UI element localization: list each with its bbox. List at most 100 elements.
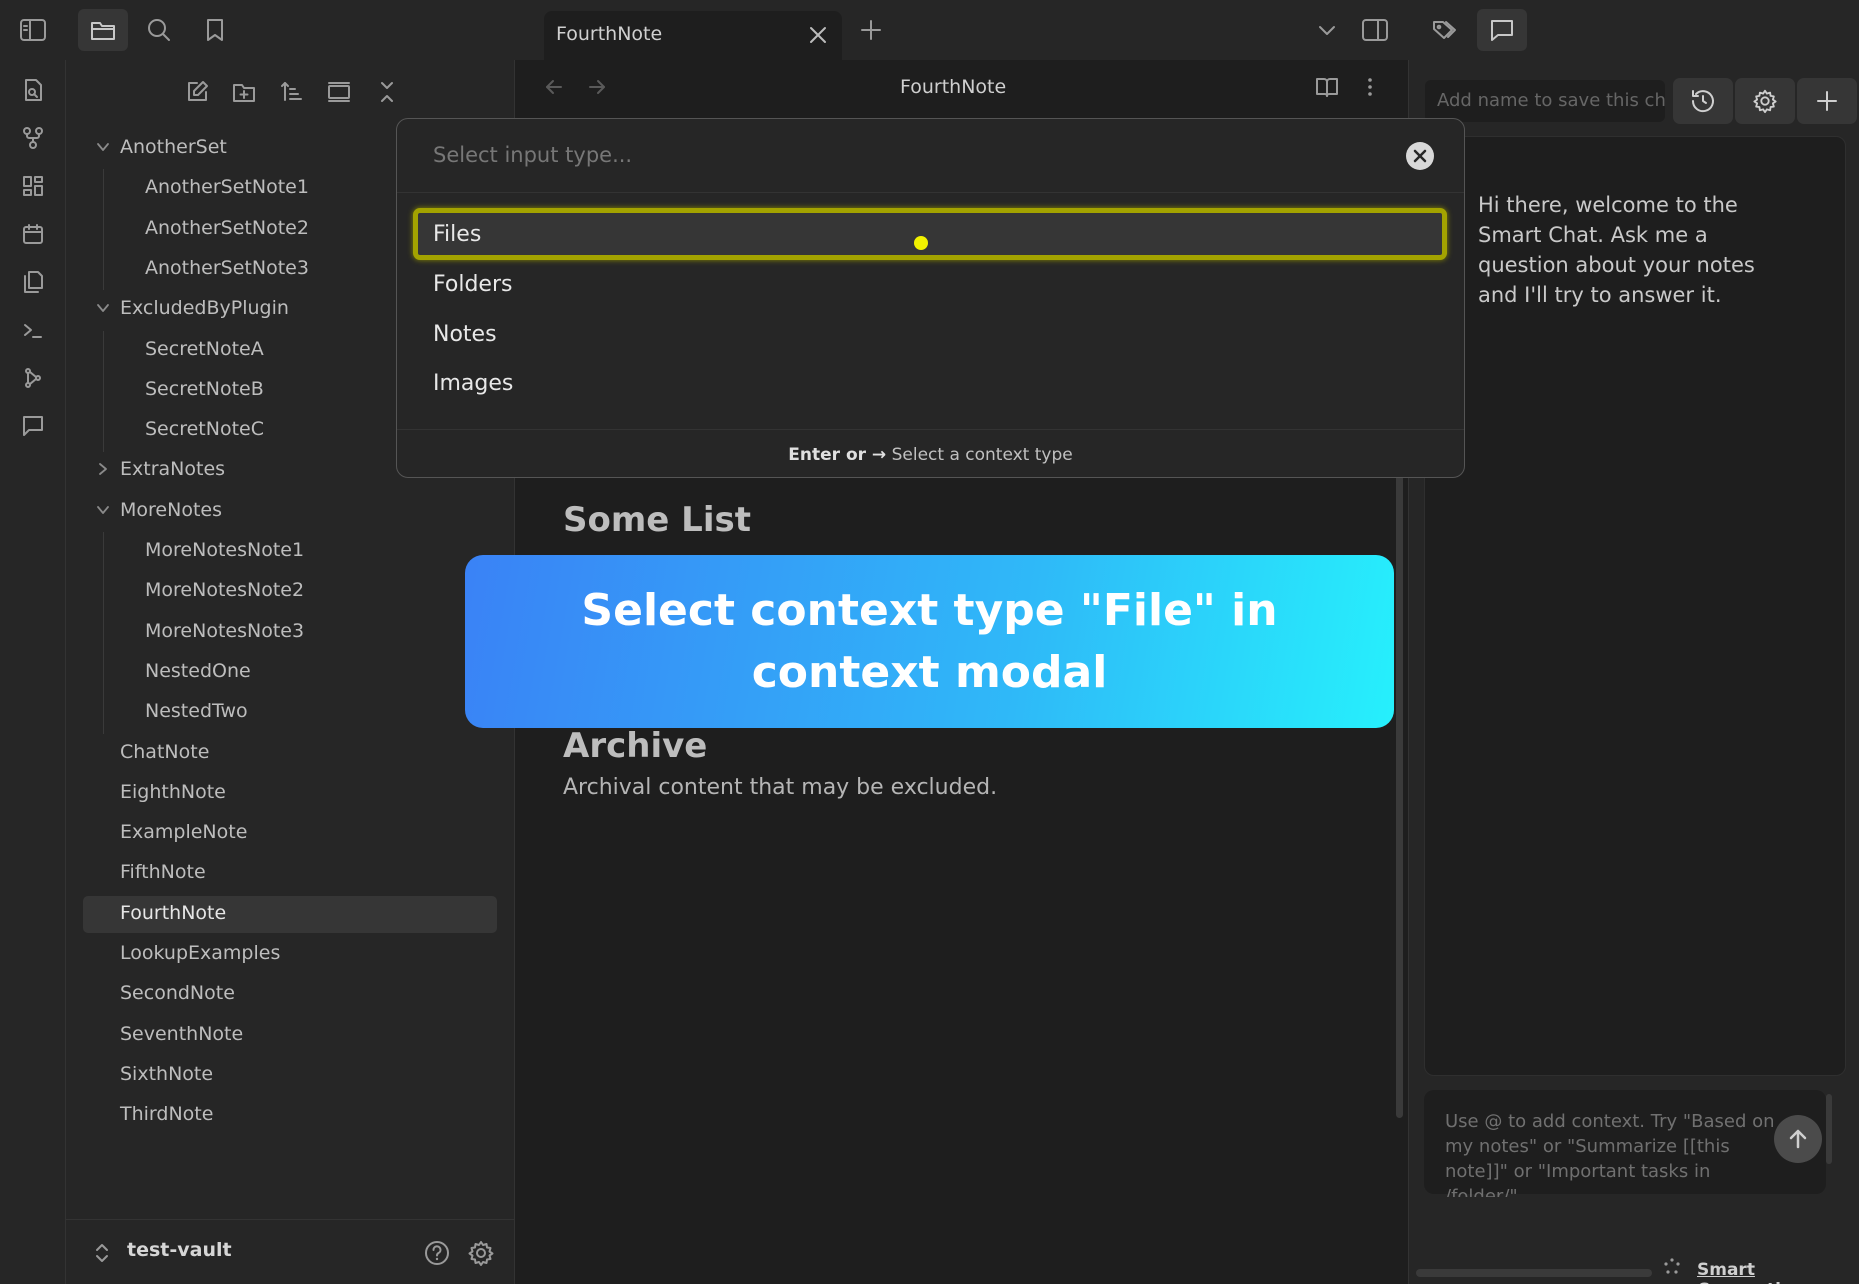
smart-connections-status-icon xyxy=(1662,1257,1682,1277)
view-header-title[interactable]: FourthNote xyxy=(900,76,1006,98)
new-folder-button[interactable] xyxy=(229,77,259,107)
navigate-forward-button[interactable] xyxy=(586,76,608,98)
chevron-down-icon[interactable] xyxy=(96,503,110,517)
new-tab-button[interactable] xyxy=(846,9,896,51)
heading-some-list: Some List xyxy=(563,500,751,540)
open-smart-chat-button[interactable] xyxy=(19,412,47,440)
indent-guide xyxy=(103,169,104,290)
chevron-down-icon xyxy=(1319,26,1335,35)
option-notes[interactable]: Notes xyxy=(433,322,497,347)
folder-item[interactable]: ExcludedByPlugin xyxy=(120,290,289,326)
tags-button[interactable] xyxy=(1420,9,1470,51)
modal-close-button[interactable] xyxy=(1406,142,1434,170)
gear-icon xyxy=(468,1241,494,1266)
gear-icon xyxy=(1753,89,1777,114)
file-item[interactable]: MoreNotesNote3 xyxy=(145,613,304,649)
more-options-button[interactable] xyxy=(1358,75,1382,99)
chat-input-scrollbar[interactable] xyxy=(1826,1094,1832,1164)
file-item[interactable]: SeventhNote xyxy=(120,1016,243,1052)
vault-switcher-button[interactable] xyxy=(93,1241,111,1265)
option-files[interactable]: Files xyxy=(433,222,481,247)
option-folders[interactable]: Folders xyxy=(433,272,512,297)
close-tab-button[interactable] xyxy=(808,25,828,45)
folder-item[interactable]: ExtraNotes xyxy=(120,451,225,487)
heading-archive: Archive xyxy=(563,726,708,766)
smart-chat-view-button[interactable] xyxy=(1477,9,1527,51)
file-item[interactable]: EighthNote xyxy=(120,774,226,810)
chevron-down-icon[interactable] xyxy=(96,301,110,315)
search-button[interactable] xyxy=(134,9,184,51)
message-square-icon xyxy=(23,416,43,436)
send-button[interactable] xyxy=(1774,1115,1822,1163)
option-images[interactable]: Images xyxy=(433,371,513,396)
sidebar-left-icon xyxy=(20,19,46,41)
tags-icon xyxy=(1433,21,1456,39)
file-item[interactable]: NestedOne xyxy=(145,653,251,689)
vault-name[interactable]: test-vault xyxy=(127,1239,232,1261)
tab-fourthnote[interactable]: FourthNote xyxy=(544,11,842,60)
file-item[interactable]: AnotherSetNote1 xyxy=(145,169,309,205)
toggle-right-sidebar-button[interactable] xyxy=(1350,9,1400,51)
file-item[interactable]: MoreNotesNote2 xyxy=(145,572,304,608)
history-icon xyxy=(1691,90,1714,113)
file-item[interactable]: SecretNoteB xyxy=(145,371,264,407)
loader-icon xyxy=(1664,1258,1680,1274)
smart-connections-link[interactable]: Smart Connections xyxy=(1697,1260,1859,1284)
navigate-back-button[interactable] xyxy=(543,76,565,98)
file-item[interactable]: ExampleNote xyxy=(120,814,247,850)
reading-view-button[interactable] xyxy=(1314,75,1340,99)
canvas-button[interactable] xyxy=(19,172,47,200)
smart-connections-button[interactable] xyxy=(19,364,47,392)
file-search-icon xyxy=(25,79,42,101)
context-type-modal: Select input type... Files Folders Notes… xyxy=(396,118,1465,478)
cursor-indicator xyxy=(914,236,928,250)
file-item[interactable]: SecretNoteA xyxy=(145,331,264,367)
graph-view-button[interactable] xyxy=(19,124,47,152)
auto-reveal-button[interactable] xyxy=(324,77,354,107)
folder-item[interactable]: MoreNotes xyxy=(120,492,222,528)
edit-icon xyxy=(188,81,208,101)
horizontal-scrollbar[interactable] xyxy=(1416,1269,1652,1277)
new-chat-button[interactable] xyxy=(1797,78,1857,124)
daily-note-button[interactable] xyxy=(19,220,47,248)
files-view-button[interactable] xyxy=(78,9,128,51)
help-button[interactable] xyxy=(423,1239,451,1267)
files-icon xyxy=(24,271,43,293)
toggle-left-sidebar-button[interactable] xyxy=(8,9,58,51)
layout-dashboard-icon xyxy=(23,176,43,196)
file-item[interactable]: LookupExamples xyxy=(120,935,280,971)
file-item[interactable]: ChatNote xyxy=(120,734,209,770)
file-item[interactable]: AnotherSetNote3 xyxy=(145,250,309,286)
change-sort-order-button[interactable] xyxy=(276,77,306,107)
file-item[interactable]: AnotherSetNote2 xyxy=(145,210,309,246)
bookmarks-button[interactable] xyxy=(190,9,240,51)
chat-name-input[interactable]: Add name to save this chat xyxy=(1425,80,1665,122)
tutorial-banner-text: Select context type "File" in context mo… xyxy=(581,584,1278,698)
book-open-icon xyxy=(1316,78,1338,97)
file-item[interactable]: FifthNote xyxy=(120,854,206,890)
file-item[interactable]: MoreNotesNote1 xyxy=(145,532,304,568)
file-item[interactable]: SecondNote xyxy=(120,975,235,1011)
tab-list-button[interactable] xyxy=(1302,9,1352,51)
sidebar-right-icon xyxy=(1362,19,1388,41)
open-quick-switcher-button[interactable] xyxy=(19,76,47,104)
folder-item[interactable]: AnotherSet xyxy=(120,129,227,165)
file-item[interactable]: ThirdNote xyxy=(120,1096,213,1132)
plus-icon xyxy=(1817,91,1837,111)
chevron-right-icon[interactable] xyxy=(96,462,110,476)
chevrons-up-down-icon xyxy=(96,1244,108,1262)
command-palette-button[interactable] xyxy=(19,316,47,344)
input-type-search[interactable]: Select input type... xyxy=(433,143,632,167)
file-item[interactable]: SixthNote xyxy=(120,1056,213,1092)
chat-settings-button[interactable] xyxy=(1735,78,1795,124)
file-item[interactable]: NestedTwo xyxy=(145,693,248,729)
collapse-all-button[interactable] xyxy=(372,77,402,107)
new-note-button[interactable] xyxy=(182,77,212,107)
settings-button[interactable] xyxy=(467,1239,495,1267)
chat-history-button[interactable] xyxy=(1673,78,1733,124)
file-item[interactable]: FourthNote xyxy=(120,895,226,931)
terminal-icon xyxy=(24,324,42,338)
chevron-down-icon[interactable] xyxy=(96,140,110,154)
file-item[interactable]: SecretNoteC xyxy=(145,411,264,447)
templates-button[interactable] xyxy=(19,268,47,296)
